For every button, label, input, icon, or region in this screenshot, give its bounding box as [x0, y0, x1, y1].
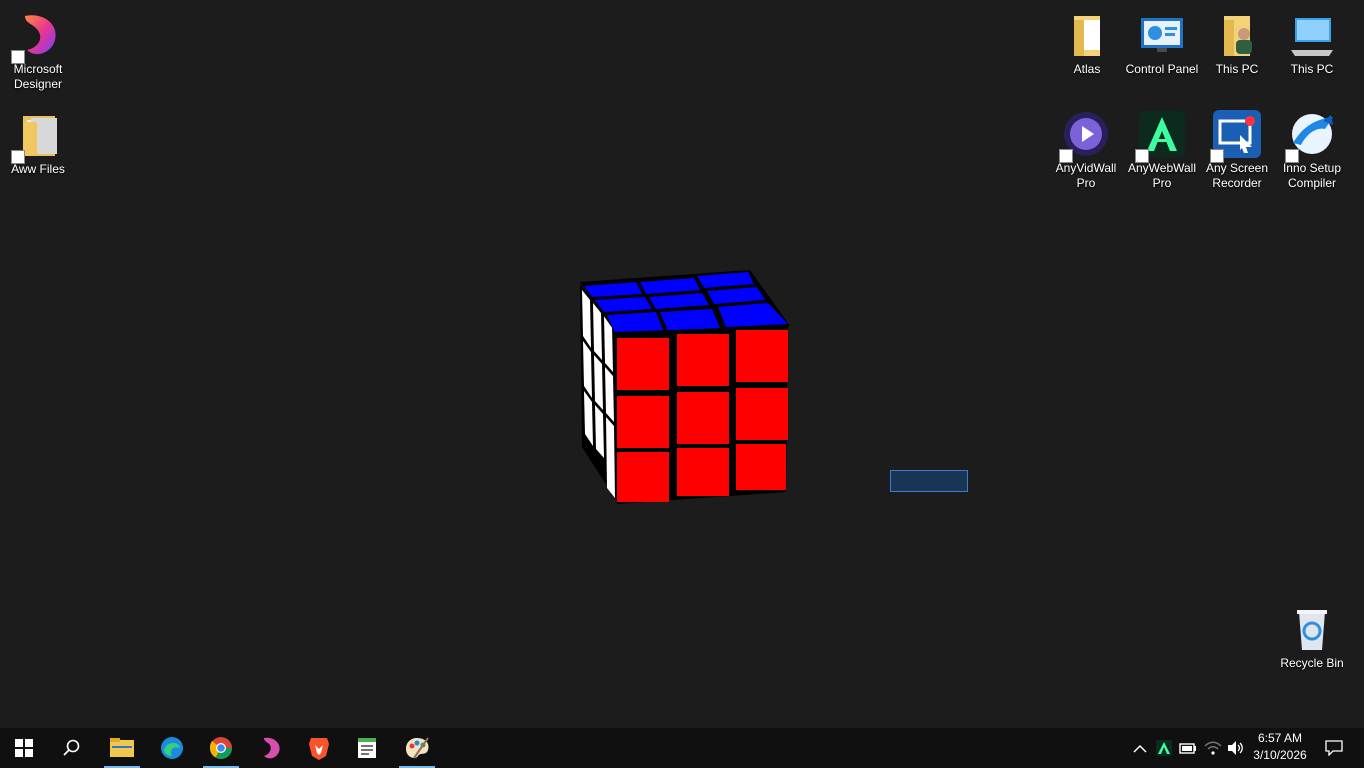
designer-icon[interactable] [246, 728, 294, 768]
clock-date: 3/10/2026 [1253, 748, 1307, 762]
computer-icon [1287, 10, 1337, 60]
cube-front-face [617, 330, 788, 502]
volume-icon[interactable] [1226, 738, 1246, 758]
notification-center-icon[interactable] [1322, 738, 1346, 758]
control-panel-icon [1137, 10, 1187, 60]
desktop-icon-label: This PC [1215, 62, 1259, 76]
taskbar: 6:57 AM 3/10/2026 [0, 728, 1364, 768]
desktop-icon-user-folder[interactable]: This PC [1199, 2, 1275, 94]
desktop-icon-label: Recycle Bin [1280, 656, 1344, 670]
inno-setup-icon [1285, 109, 1337, 163]
desktop-icon-aww-files[interactable]: Aww Files [0, 102, 76, 194]
desktop-icon-label: Aww Files [11, 162, 65, 176]
search-icon[interactable] [48, 728, 96, 768]
notepad-icon[interactable] [343, 728, 391, 768]
rubiks-cube [580, 270, 790, 504]
desktop-icon-label: Atlas [1073, 62, 1101, 76]
chevron-up-icon[interactable] [1130, 738, 1150, 758]
brave-icon[interactable] [295, 728, 343, 768]
desktop-icon-label: Any Screen Recorder [1205, 161, 1269, 190]
desktop-icon-label: AnyWebWall Pro [1127, 161, 1197, 190]
desktop-icon-microsoft-designer[interactable]: Microsoft Designer [0, 2, 76, 94]
folder-icon [11, 110, 63, 164]
user-folder-icon [1212, 10, 1262, 60]
wifi-icon[interactable] [1203, 738, 1223, 758]
desktop-icon-label: Microsoft Designer [13, 62, 63, 91]
desktop-icon-label: Inno Setup Compiler [1282, 161, 1342, 190]
desktop[interactable]: Microsoft Designer Aww Files Atlas Contr… [0, 0, 1364, 728]
desktop-icon-recycle-bin[interactable]: Recycle Bin [1274, 596, 1350, 688]
anywebwall-tray-icon[interactable] [1154, 738, 1174, 758]
anywebwall-icon [1135, 109, 1187, 163]
battery-icon[interactable] [1178, 738, 1198, 758]
desktop-icon-any-screen-recorder[interactable]: Any Screen Recorder [1199, 101, 1275, 193]
desktop-icon-anyvidwall-pro[interactable]: AnyVidWall Pro [1048, 101, 1124, 193]
screen-recorder-icon [1210, 109, 1262, 163]
chrome-icon[interactable] [197, 728, 245, 768]
desktop-icon-label: Control Panel [1125, 62, 1199, 76]
taskbar-clock[interactable]: 6:57 AM 3/10/2026 [1248, 730, 1312, 766]
desktop-icon-control-panel[interactable]: Control Panel [1124, 2, 1200, 94]
edge-icon[interactable] [148, 728, 196, 768]
windows-start-icon[interactable] [0, 728, 48, 768]
designer-icon [11, 10, 63, 64]
desktop-icon-label: This PC [1290, 62, 1334, 76]
desktop-icon-anywebwall-pro[interactable]: AnyWebWall Pro [1124, 101, 1200, 193]
clock-time: 6:57 AM [1257, 731, 1303, 745]
folder-icon [1062, 10, 1112, 60]
desktop-selection-rectangle [890, 470, 968, 492]
file-explorer-icon[interactable] [98, 728, 146, 768]
desktop-icon-this-pc[interactable]: This PC [1274, 2, 1350, 94]
desktop-icon-label: AnyVidWall Pro [1055, 161, 1117, 190]
anyvidwall-icon [1059, 109, 1111, 163]
desktop-icon-atlas[interactable]: Atlas [1049, 2, 1125, 94]
paint-icon[interactable] [393, 728, 441, 768]
desktop-icon-inno-setup-compiler[interactable]: Inno Setup Compiler [1274, 101, 1350, 193]
recycle-bin-icon [1287, 604, 1337, 654]
